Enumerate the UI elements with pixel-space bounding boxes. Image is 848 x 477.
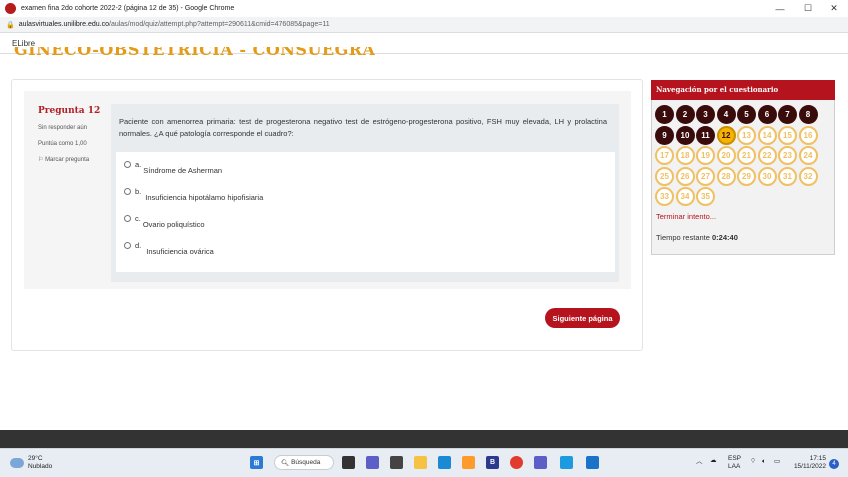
course-title: GINECO-OBSTETRICIA - CONSUEGRA — [14, 47, 376, 59]
windows-start-icon[interactable]: ⊞ — [250, 456, 263, 469]
question-info: Pregunta 12 Sin responder aún Puntúa com… — [38, 106, 110, 163]
question-grade: Puntúa como 1,00 — [38, 141, 87, 147]
question-number: Pregunta 12 — [38, 106, 101, 116]
chat-icon[interactable] — [366, 456, 379, 469]
minimize-button[interactable]: — — [766, 0, 794, 17]
temperature: 29°C — [28, 455, 43, 462]
option-b[interactable]: b. Insuficiencia hipotálamo hipofisiaria — [124, 187, 263, 202]
quiz-nav-button-16[interactable]: 16 — [798, 125, 818, 145]
quiz-nav-button-7[interactable]: 7 — [778, 105, 797, 124]
window-title: examen fina 2do cohorte 2022-2 (página 1… — [21, 5, 235, 12]
radio-button[interactable] — [124, 188, 131, 195]
quiz-nav-button-9[interactable]: 9 — [655, 125, 674, 145]
battery-icon[interactable]: ▭ — [774, 458, 780, 466]
option-d[interactable]: d. Insuficiencia ovárica — [124, 241, 214, 256]
quiz-nav-button-17[interactable]: 17 — [655, 146, 674, 165]
quiz-nav-button-11[interactable]: 11 — [696, 125, 715, 145]
radio-button[interactable] — [124, 242, 131, 249]
quiz-nav-button-14[interactable]: 14 — [757, 125, 777, 145]
outlook-icon[interactable] — [586, 456, 599, 469]
search-icon: 🔍︎ — [281, 459, 290, 467]
quiz-navigation-title: Navegación por el cuestionario — [651, 80, 835, 100]
quiz-nav-button-32[interactable]: 32 — [798, 166, 818, 186]
flag-icon: ⚐ — [38, 157, 44, 163]
radio-button[interactable] — [124, 215, 131, 222]
store-icon[interactable] — [462, 456, 475, 469]
question-state: Sin responder aún — [38, 125, 88, 131]
quiz-nav-button-28[interactable]: 28 — [716, 166, 736, 186]
quiz-nav-button-6[interactable]: 6 — [757, 105, 777, 124]
quiz-nav-button-20[interactable]: 20 — [716, 146, 736, 165]
page-footer-band — [0, 430, 848, 448]
clock[interactable]: 17:15 15/11/2022 — [792, 455, 826, 471]
weather-widget[interactable]: 29°C Nublado — [10, 455, 52, 471]
app-icon[interactable] — [390, 456, 403, 469]
option-letter: a. — [135, 160, 142, 169]
time-remaining: Tiempo restante 0:24:40 — [656, 233, 738, 242]
option-letter: c. — [135, 214, 141, 223]
file-explorer-icon[interactable] — [414, 456, 427, 469]
quiz-nav-button-33[interactable]: 33 — [655, 187, 674, 206]
finish-attempt-link[interactable]: Terminar intento... — [656, 212, 716, 221]
quiz-nav-button-2[interactable]: 2 — [675, 105, 695, 124]
browser-title-bar: examen fina 2do cohorte 2022-2 (página 1… — [0, 0, 848, 17]
edge-icon[interactable] — [438, 456, 451, 469]
quiz-nav-button-5[interactable]: 5 — [737, 105, 756, 124]
quiz-nav-button-35[interactable]: 35 — [696, 187, 715, 206]
quiz-nav-button-24[interactable]: 24 — [798, 146, 818, 165]
quiz-nav-button-3[interactable]: 3 — [696, 105, 715, 124]
language-indicator[interactable]: ESP LAA — [728, 455, 741, 471]
quiz-nav-button-13[interactable]: 13 — [737, 125, 756, 145]
quiz-nav-button-21[interactable]: 21 — [737, 146, 756, 165]
option-text[interactable]: Insuficiencia hipotálamo hipofisiaria — [145, 193, 263, 202]
option-a[interactable]: a. Síndrome de Asherman — [124, 160, 222, 175]
option-c[interactable]: c. Ovario poliquístico — [124, 214, 205, 229]
site-favicon-icon — [5, 3, 16, 14]
quiz-nav-button-15[interactable]: 15 — [778, 125, 797, 145]
quiz-nav-button-26[interactable]: 26 — [675, 166, 695, 186]
teams-icon[interactable] — [534, 456, 547, 469]
question-text: Paciente con amenorrea primaria: test de… — [119, 117, 607, 138]
chrome-icon[interactable] — [510, 456, 523, 469]
option-letter: b. — [135, 187, 142, 196]
cloud-icon — [10, 458, 24, 468]
address-bar[interactable]: 🔒 aulasvirtuales.unilibre.edu.co/aulas/m… — [0, 17, 848, 33]
app-b-icon[interactable]: B — [486, 456, 499, 469]
quiz-nav-button-18[interactable]: 18 — [675, 146, 695, 165]
quiz-nav-button-8[interactable]: 8 — [798, 105, 818, 124]
quiz-nav-button-19[interactable]: 19 — [696, 146, 715, 165]
cloud-tray-icon[interactable]: ☁ — [710, 457, 717, 465]
quiz-nav-button-27[interactable]: 27 — [696, 166, 715, 186]
flag-question-link[interactable]: ⚐ Marcar pregunta — [38, 156, 110, 163]
quiz-nav-button-23[interactable]: 23 — [778, 146, 797, 165]
weather-condition: Nublado — [28, 463, 53, 470]
option-letter: d. — [135, 241, 142, 250]
quiz-nav-button-34[interactable]: 34 — [675, 187, 695, 206]
chevron-up-icon[interactable]: ︿ — [696, 458, 703, 466]
option-text[interactable]: Ovario poliquístico — [143, 220, 205, 229]
close-window-button[interactable]: ✕ — [820, 0, 848, 17]
quiz-nav-button-25[interactable]: 25 — [655, 166, 674, 186]
quiz-nav-button-1[interactable]: 1 — [655, 105, 674, 124]
next-page-button[interactable]: Siguiente página — [545, 308, 620, 328]
radio-button[interactable] — [124, 161, 131, 168]
quiz-nav-button-31[interactable]: 31 — [778, 166, 797, 186]
quiz-nav-button-12[interactable]: 12 — [716, 125, 736, 145]
notification-badge[interactable]: 4 — [829, 459, 839, 469]
quiz-nav-button-10[interactable]: 10 — [675, 125, 695, 145]
taskbar-search[interactable]: 🔍︎ Búsqueda — [274, 455, 334, 470]
option-text[interactable]: Síndrome de Asherman — [143, 166, 222, 175]
task-view-icon[interactable] — [342, 456, 355, 469]
quiz-nav-button-30[interactable]: 30 — [757, 166, 777, 186]
quiz-nav-button-4[interactable]: 4 — [716, 105, 736, 124]
url-text[interactable]: aulasvirtuales.unilibre.edu.co/aulas/mod… — [19, 21, 330, 28]
maximize-button[interactable]: ☐ — [794, 0, 822, 17]
wifi-icon[interactable]: ⌔ — [750, 458, 756, 466]
quiz-nav-button-22[interactable]: 22 — [757, 146, 777, 165]
quiz-nav-button-29[interactable]: 29 — [737, 166, 756, 186]
volume-icon[interactable]: 🔈︎ — [762, 458, 766, 466]
option-text[interactable]: Insuficiencia ovárica — [146, 247, 214, 256]
messaging-icon[interactable] — [560, 456, 573, 469]
lock-icon: 🔒 — [6, 21, 15, 29]
